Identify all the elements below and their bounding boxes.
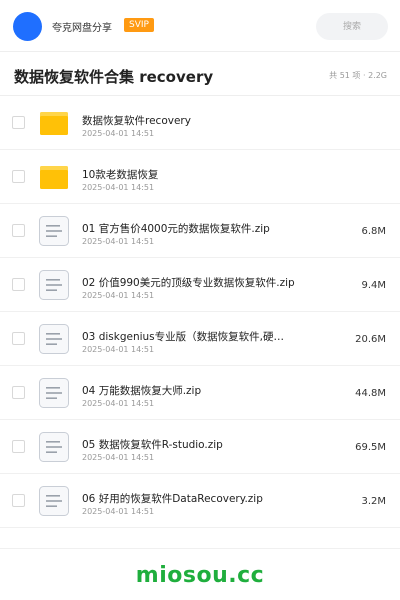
file-size: 20.6M (355, 334, 386, 345)
file-name[interactable]: 05 数据恢复软件R-studio.zip (82, 437, 302, 452)
file-size: 44.8M (355, 388, 386, 399)
file-name[interactable]: 03 diskgenius专业版（数据恢复软件,硬… (82, 329, 302, 344)
file-date: 2025-04-01 14:51 (82, 237, 155, 246)
document-icon (38, 323, 70, 355)
share-meta: 共 51 项 · 2.2G (329, 71, 387, 80)
file-name[interactable]: 01 官方售价4000元的数据恢复软件.zip (82, 221, 302, 236)
page-title: 数据恢复软件合集 recovery (14, 68, 214, 86)
file-row[interactable]: 06 好用的恢复软件DataRecovery.zip 2025-04-01 14… (0, 474, 400, 528)
document-icon (38, 269, 70, 301)
file-date: 2025-04-01 14:51 (82, 129, 155, 138)
file-name[interactable]: 数据恢复软件recovery (82, 113, 302, 128)
select-checkbox[interactable] (12, 440, 25, 453)
file-row[interactable]: 10款老数据恢复 2025-04-01 14:51 (0, 150, 400, 204)
file-row[interactable]: 05 数据恢复软件R-studio.zip 2025-04-01 14:51 6… (0, 420, 400, 474)
file-date: 2025-04-01 14:51 (82, 399, 155, 408)
share-page: 夸克网盘分享 SVIP 数据恢复软件合集 recovery 共 51 项 · 2… (0, 0, 400, 600)
file-size: 6.8M (361, 226, 386, 237)
file-date: 2025-04-01 14:51 (82, 291, 155, 300)
file-row[interactable]: 02 价值990美元的顶级专业数据恢复软件.zip 2025-04-01 14:… (0, 258, 400, 312)
document-icon (38, 215, 70, 247)
search-input[interactable] (316, 13, 388, 40)
brand-watermark: miosou.cc (135, 563, 265, 588)
select-checkbox[interactable] (12, 116, 25, 129)
site-name: 夸克网盘分享 (52, 23, 112, 34)
file-row[interactable]: 04 万能数据恢复大师.zip 2025-04-01 14:51 44.8M (0, 366, 400, 420)
file-date: 2025-04-01 14:51 (82, 507, 155, 516)
file-date: 2025-04-01 14:51 (82, 453, 155, 462)
file-size: 3.2M (361, 496, 386, 507)
file-name[interactable]: 04 万能数据恢复大师.zip (82, 383, 302, 398)
file-name[interactable]: 10款老数据恢复 (82, 167, 302, 182)
file-row[interactable]: 01 官方售价4000元的数据恢复软件.zip 2025-04-01 14:51… (0, 204, 400, 258)
top-bar: 夸克网盘分享 SVIP (0, 0, 400, 52)
select-checkbox[interactable] (12, 494, 25, 507)
file-row[interactable]: 数据恢复软件recovery 2025-04-01 14:51 (0, 96, 400, 150)
avatar[interactable] (13, 12, 42, 41)
footer: miosou.cc (0, 548, 400, 600)
file-date: 2025-04-01 14:51 (82, 345, 155, 354)
select-checkbox[interactable] (12, 278, 25, 291)
svip-badge: SVIP (124, 18, 154, 32)
folder-icon (38, 161, 70, 193)
document-icon (38, 377, 70, 409)
select-checkbox[interactable] (12, 386, 25, 399)
select-checkbox[interactable] (12, 332, 25, 345)
file-list: 数据恢复软件recovery 2025-04-01 14:51 10款老数据恢复… (0, 96, 400, 528)
folder-icon (38, 107, 70, 139)
file-date: 2025-04-01 14:51 (82, 183, 155, 192)
file-size: 69.5M (355, 442, 386, 453)
document-icon (38, 431, 70, 463)
select-checkbox[interactable] (12, 170, 25, 183)
file-name[interactable]: 06 好用的恢复软件DataRecovery.zip (82, 491, 302, 506)
file-row[interactable]: 03 diskgenius专业版（数据恢复软件,硬… 2025-04-01 14… (0, 312, 400, 366)
select-checkbox[interactable] (12, 224, 25, 237)
document-icon (38, 485, 70, 517)
file-name[interactable]: 02 价值990美元的顶级专业数据恢复软件.zip (82, 275, 302, 290)
share-header: 数据恢复软件合集 recovery 共 51 项 · 2.2G (0, 52, 400, 96)
file-size: 9.4M (361, 280, 386, 291)
